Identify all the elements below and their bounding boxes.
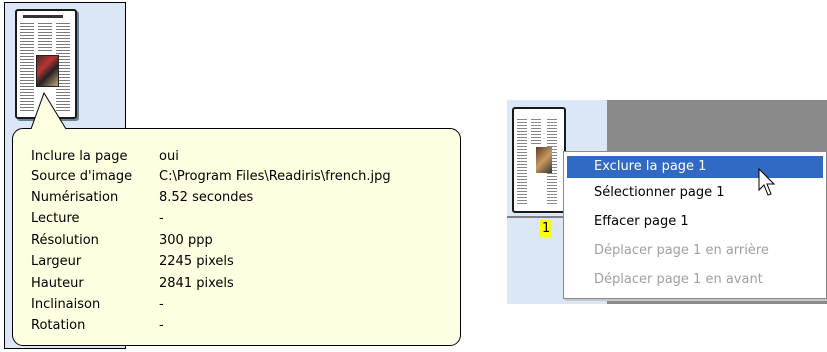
tooltip-row: Inclinaison - xyxy=(31,295,164,315)
tooltip-row: Résolution 300 ppp xyxy=(31,231,213,251)
mouse-pointer-icon xyxy=(758,168,776,196)
thumbnail-text-column xyxy=(38,23,52,51)
thumbnail-photo xyxy=(536,147,552,173)
page-number-badge: 1 xyxy=(540,220,553,237)
thumbnail-photo xyxy=(36,55,59,87)
tooltip-row: Hauteur 2841 pixels xyxy=(31,274,234,294)
menu-item-delete-page[interactable]: Effacer page 1 xyxy=(567,211,823,233)
menu-item-exclude-page[interactable]: Exclure la page 1 xyxy=(567,156,823,178)
thumbnail-text-column xyxy=(517,119,527,205)
tooltip-row: Rotation - xyxy=(31,316,164,336)
context-menu: Exclure la page 1 Sélectionner page 1 Ef… xyxy=(563,151,827,299)
tooltip-value: 300 ppp xyxy=(159,233,213,248)
menu-item-move-page-back[interactable]: Déplacer page 1 en arrière xyxy=(567,240,823,262)
menu-item-move-page-forward[interactable]: Déplacer page 1 en avant xyxy=(567,269,823,291)
page-thumbnail-selected[interactable] xyxy=(512,107,566,213)
tooltip-value: 2245 pixels xyxy=(159,254,234,269)
tooltip-label: Largeur xyxy=(31,254,82,269)
tooltip-label: Résolution xyxy=(31,233,99,248)
tooltip-row: Numérisation 8.52 secondes xyxy=(31,188,253,208)
tooltip-label: Lecture xyxy=(31,211,80,226)
tooltip-label: Rotation xyxy=(31,318,86,333)
tooltip-label: Inclure la page xyxy=(31,149,128,164)
tooltip-value: 2841 pixels xyxy=(159,276,234,291)
tooltip-row: Source d'image C:\Program Files\Readiris\… xyxy=(31,167,391,187)
thumbnail-headline xyxy=(23,15,63,18)
thumbnail-underline xyxy=(507,216,567,218)
tooltip-label: Source d'image xyxy=(31,169,133,184)
tooltip-label: Inclinaison xyxy=(31,297,101,312)
menu-item-select-page[interactable]: Sélectionner page 1 xyxy=(567,182,823,204)
tooltip-value: - xyxy=(159,211,164,226)
tooltip-label: Numérisation xyxy=(31,190,119,205)
tooltip-value: 8.52 secondes xyxy=(159,190,254,205)
tooltip-value: - xyxy=(159,297,164,312)
tooltip-row: Largeur 2245 pixels xyxy=(31,252,234,272)
tooltip-value: oui xyxy=(159,149,179,164)
tooltip-row: Lecture - xyxy=(31,209,164,229)
thumbnail-text-column xyxy=(531,119,541,145)
page-info-tooltip: Inclure la page oui Source d'image C:\Prog… xyxy=(12,128,461,346)
tooltip-label: Hauteur xyxy=(31,276,84,291)
tooltip-value: - xyxy=(159,318,164,333)
tooltip-pointer xyxy=(30,92,67,130)
tooltip-row: Inclure la page oui xyxy=(31,147,179,167)
tooltip-value: C:\Program Files\Readiris\french.jpg xyxy=(159,169,391,184)
